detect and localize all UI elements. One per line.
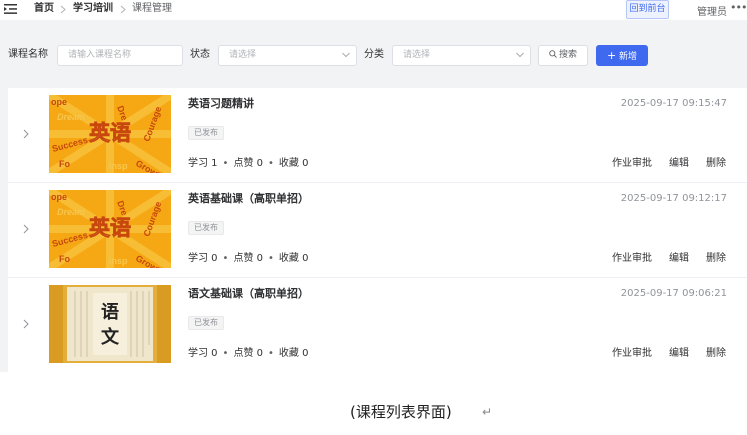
homework-approval-button[interactable]: 作业审批 bbox=[612, 348, 652, 360]
search-button[interactable]: 搜索 bbox=[538, 45, 588, 66]
edit-button[interactable]: 编辑 bbox=[669, 158, 689, 170]
edit-button[interactable]: 编辑 bbox=[669, 253, 689, 265]
thumb-title: 文 bbox=[101, 326, 120, 348]
course-row[interactable]: 语 文 语文基础课（高职单招） 2025-09-17 09:06:21 已发布 … bbox=[8, 278, 747, 373]
study-count: 学习 1 bbox=[188, 158, 218, 169]
search-icon bbox=[549, 50, 557, 58]
homework-approval-button[interactable]: 作业审批 bbox=[612, 158, 652, 170]
like-count: 点赞 0 bbox=[233, 253, 263, 264]
thumb-word: Fo bbox=[59, 159, 70, 169]
delete-button[interactable]: 删除 bbox=[706, 158, 726, 170]
thumb-word: ope bbox=[51, 97, 67, 107]
chevron-right-icon[interactable] bbox=[22, 319, 30, 329]
chevron-down-icon bbox=[516, 52, 524, 58]
top-bar: 首页 学习培训 课程管理 回到前台 管理员 ••• bbox=[0, 0, 747, 20]
breadcrumb-home[interactable]: 首页 bbox=[34, 3, 54, 15]
course-row[interactable]: ope Dream Success Courage Growth Dre Fo … bbox=[8, 183, 747, 278]
delete-button[interactable]: 删除 bbox=[706, 348, 726, 360]
course-title[interactable]: 英语习题精讲 bbox=[188, 97, 254, 110]
plus-icon: + bbox=[606, 49, 617, 62]
like-count: 点赞 0 bbox=[233, 348, 263, 359]
chevron-down-icon bbox=[342, 52, 350, 58]
course-stats: 学习 0 • 点赞 0 • 收藏 0 bbox=[188, 348, 309, 359]
course-thumbnail: 语 文 bbox=[49, 285, 171, 363]
search-button-label: 搜索 bbox=[558, 50, 577, 60]
menu-fold-icon[interactable] bbox=[4, 3, 18, 15]
status-badge: 已发布 bbox=[188, 126, 224, 140]
status-badge: 已发布 bbox=[188, 221, 224, 235]
return-mark: ↵ bbox=[482, 405, 493, 419]
course-title[interactable]: 语文基础课（高职单招） bbox=[188, 287, 309, 300]
course-stats: 学习 0 • 点赞 0 • 收藏 0 bbox=[188, 253, 309, 264]
breadcrumb-training[interactable]: 学习培训 bbox=[73, 3, 113, 15]
course-timestamp: 2025-09-17 09:15:47 bbox=[620, 98, 727, 109]
study-count: 学习 0 bbox=[188, 348, 218, 359]
user-name[interactable]: 管理员 bbox=[697, 3, 727, 18]
thumb-word: Insp bbox=[109, 161, 128, 171]
thumb-word: Dream bbox=[57, 207, 85, 217]
chevron-right-icon[interactable] bbox=[22, 129, 30, 139]
favorite-count: 收藏 0 bbox=[278, 253, 309, 264]
chevron-right-icon bbox=[60, 5, 66, 14]
course-title[interactable]: 英语基础课（高职单招） bbox=[188, 192, 309, 205]
category-label: 分类 bbox=[364, 49, 384, 60]
back-to-frontend-button[interactable]: 回到前台 bbox=[626, 0, 669, 19]
homework-approval-button[interactable]: 作业审批 bbox=[612, 253, 652, 265]
course-stats: 学习 1 • 点赞 0 • 收藏 0 bbox=[188, 158, 309, 169]
chevron-right-icon[interactable] bbox=[22, 224, 30, 234]
add-button-label: 新增 bbox=[619, 52, 638, 62]
thumb-word: Dream bbox=[57, 112, 85, 122]
course-timestamp: 2025-09-17 09:06:21 bbox=[620, 288, 727, 299]
category-placeholder: 请选择 bbox=[403, 50, 431, 60]
course-name-input[interactable]: 请输入课程名称 bbox=[57, 45, 183, 66]
add-button[interactable]: + 新增 bbox=[596, 45, 648, 66]
thumb-title: 语 bbox=[101, 302, 119, 323]
thumb-word: Fo bbox=[59, 254, 70, 264]
course-row[interactable]: ope Dream Success Courage Growth Dre Fo … bbox=[8, 88, 747, 183]
status-select[interactable]: 请选择 bbox=[218, 45, 357, 66]
more-menu-icon[interactable]: ••• bbox=[730, 1, 747, 14]
thumb-title: 英语 bbox=[89, 216, 131, 240]
status-placeholder: 请选择 bbox=[229, 50, 257, 60]
course-list: ope Dream Success Courage Growth Dre Fo … bbox=[8, 88, 747, 372]
favorite-count: 收藏 0 bbox=[278, 348, 309, 359]
chevron-right-icon bbox=[120, 5, 126, 14]
status-badge: 已发布 bbox=[188, 316, 224, 330]
status-label: 状态 bbox=[190, 49, 210, 60]
course-timestamp: 2025-09-17 09:12:17 bbox=[620, 193, 727, 204]
favorite-count: 收藏 0 bbox=[278, 158, 309, 169]
course-thumbnail: ope Dream Success Courage Growth Dre Fo … bbox=[49, 95, 171, 173]
thumb-word: ope bbox=[51, 192, 67, 202]
edit-button[interactable]: 编辑 bbox=[669, 348, 689, 360]
delete-button[interactable]: 删除 bbox=[706, 253, 726, 265]
thumb-title: 英语 bbox=[89, 121, 131, 145]
breadcrumb-course-management: 课程管理 bbox=[132, 3, 172, 14]
course-name-label: 课程名称 bbox=[8, 49, 48, 60]
course-name-placeholder: 请输入课程名称 bbox=[68, 50, 132, 60]
course-thumbnail: ope Dream Success Courage Growth Dre Fo … bbox=[49, 190, 171, 268]
study-count: 学习 0 bbox=[188, 253, 218, 264]
figure-caption: (课程列表界面) bbox=[350, 403, 452, 421]
like-count: 点赞 0 bbox=[233, 158, 263, 169]
thumb-word: Insp bbox=[109, 256, 128, 266]
category-select[interactable]: 请选择 bbox=[392, 45, 531, 66]
